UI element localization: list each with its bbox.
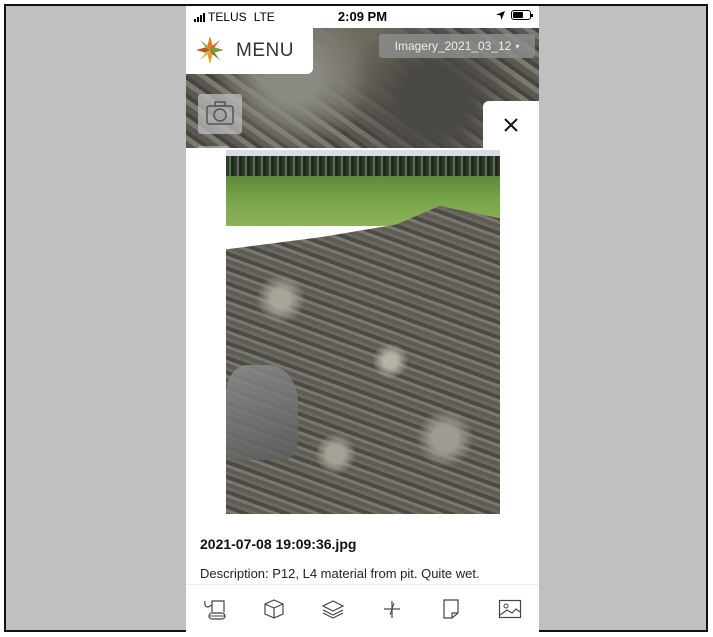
toolbar-measure-button[interactable] [372,589,412,629]
status-bar: TELUS LTE 2:09 PM [186,6,539,28]
photo-filename: 2021-07-08 19:09:36.jpg [200,536,357,552]
bottom-toolbar [186,584,539,632]
menu-button[interactable]: MENU [186,28,313,74]
photo-dirt-pile [226,206,500,514]
close-button[interactable] [483,101,539,149]
site-photo[interactable] [226,150,500,514]
status-time: 2:09 PM [337,9,388,24]
photo-treeline [226,156,500,178]
toolbar-image-button[interactable] [490,589,530,629]
battery-icon [511,10,533,20]
logo-icon [196,36,224,64]
camera-button[interactable] [198,94,242,134]
cube-icon [264,599,284,619]
location-arrow-icon [496,10,505,20]
note-icon [443,599,459,619]
camera-icon [206,101,234,125]
imagery-select[interactable]: Imagery_2021_03_12 ▾ [379,34,535,58]
toolbar-note-button[interactable] [431,589,471,629]
toolbar-3d-button[interactable] [254,589,294,629]
phone-screen: TELUS LTE 2:09 PM MENU Imagery_2021_03_1 [186,6,539,632]
status-right [496,10,533,20]
photo-popup: 2021-07-08 19:09:36.jpg Description: P12… [186,148,539,584]
photo-description: Description: P12, L4 material from pit. … [200,566,480,581]
photo-puddle [226,365,298,460]
menu-label: MENU [236,40,294,61]
layers-icon [321,600,345,619]
measure-icon [383,601,400,618]
close-icon [504,118,518,132]
excavator-icon [204,600,227,620]
toolbar-excavator-button[interactable] [195,589,235,629]
image-icon [498,599,521,619]
chevron-down-icon: ▾ [515,41,520,51]
toolbar-layers-button[interactable] [313,589,353,629]
imagery-select-value: Imagery_2021_03_12 [394,39,512,53]
